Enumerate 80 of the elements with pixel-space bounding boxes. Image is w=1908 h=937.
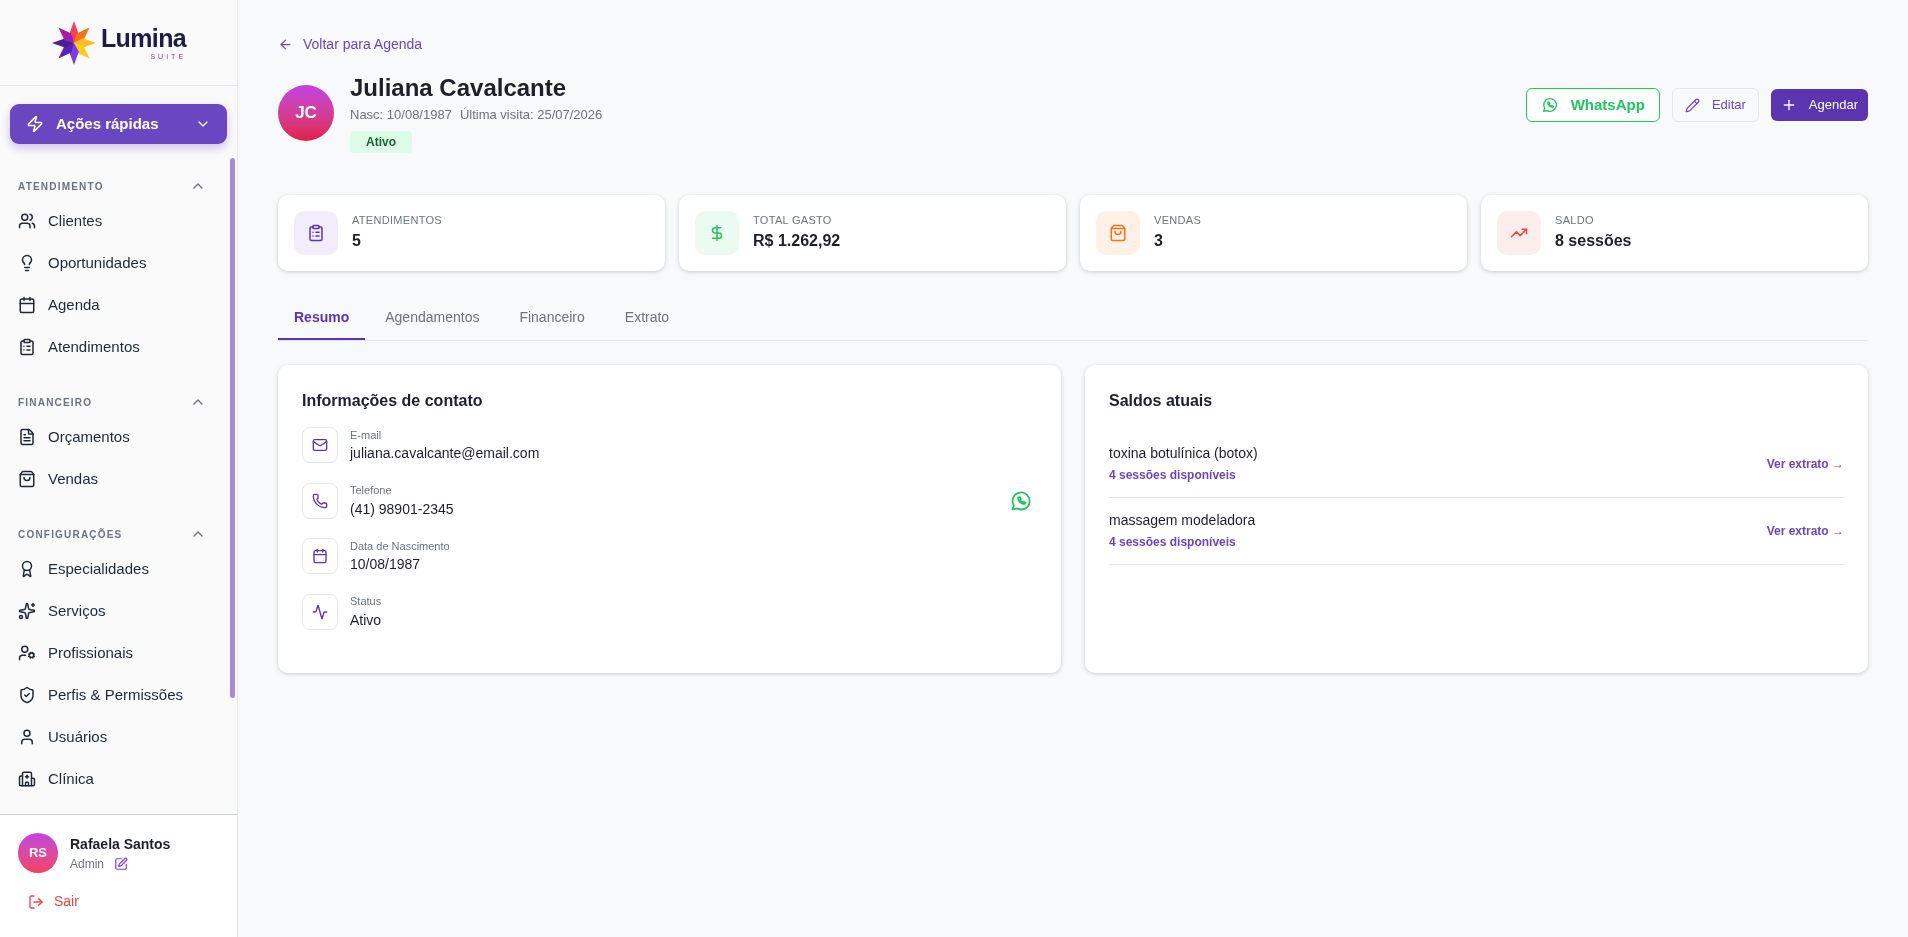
schedule-button[interactable]: Agendar [1770, 89, 1868, 121]
logout-icon [28, 893, 44, 910]
user-gear-icon [18, 644, 36, 662]
birth-date: Nasc: 10/08/1987 [350, 106, 452, 124]
star-logo-icon [50, 19, 97, 66]
card-title: Informações de contato [302, 391, 483, 409]
nav-item[interactable]: Clientes [0, 200, 230, 242]
shield-icon [18, 686, 36, 704]
pencil-icon [1684, 97, 1700, 113]
stat-value: 3 [1154, 230, 1164, 251]
stat-label: SALDO [1555, 213, 1595, 229]
lightning-icon [26, 115, 44, 133]
user-icon [18, 728, 36, 746]
field-label: Telefone [350, 483, 393, 498]
service-name: toxina botulínica (botox) [1109, 444, 1258, 463]
phone-icon [312, 492, 328, 509]
client-avatar: JC [278, 84, 334, 141]
scrollbar-thumb[interactable] [230, 158, 235, 698]
nav-item[interactable]: Profissionais [0, 632, 230, 674]
user-role: Admin [70, 855, 104, 873]
section-heading: CONFIGURAÇÕES [18, 527, 123, 542]
nav-item[interactable]: Agenda [0, 284, 230, 326]
back-link[interactable]: Voltar para Agenda [278, 34, 423, 55]
edit-icon[interactable] [114, 856, 128, 871]
clipboard-icon [307, 223, 325, 242]
card-title: Saldos atuais [1109, 391, 1213, 409]
document-icon [18, 428, 36, 446]
section-heading: FINANCEIRO [18, 395, 93, 410]
bag-icon [18, 470, 36, 488]
stat-value: 8 sessões [1555, 230, 1632, 251]
clipboard-icon [18, 338, 36, 356]
nav-item[interactable]: Especialidades [0, 548, 230, 590]
pulse-icon [312, 603, 328, 620]
stat-label: ATENDIMENTOS [352, 213, 442, 229]
whatsapp-icon [1540, 96, 1559, 114]
quick-actions-button[interactable]: Ações rápidas [10, 104, 227, 144]
status-badge: Ativo [350, 130, 412, 153]
statement-link[interactable]: Ver extrato → [1766, 454, 1844, 473]
sessions-available: 4 sessões disponíveis [1109, 467, 1237, 484]
nav-item[interactable]: Oportunidades [0, 242, 230, 284]
edit-button[interactable]: Editar [1671, 88, 1759, 122]
nav-item[interactable]: Serviços [0, 590, 230, 632]
nav-item[interactable]: Perfis & Permissões [0, 674, 230, 716]
sessions-available: 4 sessões disponíveis [1109, 534, 1237, 551]
users-icon [18, 212, 36, 230]
user-name: Rafaela Santos [70, 834, 171, 854]
logout-button[interactable]: Sair [28, 891, 79, 912]
field-value: juliana.cavalcante@email.com [350, 444, 541, 463]
tab[interactable]: Financeiro [499, 296, 605, 340]
field-label: Status [350, 594, 383, 609]
section-heading: ATENDIMENTO [18, 179, 104, 194]
nav-item[interactable]: Clínica [0, 758, 230, 800]
nav-item[interactable]: Vendas [0, 458, 230, 500]
stat-value: R$ 1.262,92 [753, 230, 841, 251]
building-icon [18, 770, 36, 788]
tab[interactable]: Agendamentos [365, 296, 500, 340]
calendar-icon [312, 548, 328, 565]
last-visit: Última visita: 25/07/2026 [459, 106, 603, 124]
user-avatar: RS [18, 833, 58, 873]
tab[interactable]: Resumo [278, 296, 366, 340]
tab[interactable]: Extrato [604, 296, 690, 340]
stat-value: 5 [352, 230, 362, 251]
stat-label: TOTAL GASTO [753, 213, 833, 229]
nav-item[interactable]: Usuários [0, 716, 230, 758]
sparkles-icon [18, 602, 36, 620]
statement-link[interactable]: Ver extrato → [1766, 521, 1844, 540]
field-label: E-mail [350, 427, 383, 443]
client-name: Juliana Cavalcante [350, 73, 568, 103]
mail-icon [312, 437, 328, 454]
calendar-icon [18, 296, 36, 314]
brand-name: Lumina [100, 25, 187, 51]
field-value: 10/08/1987 [350, 555, 422, 574]
stat-label: VENDAS [1154, 213, 1202, 229]
service-name: massagem modeladora [1109, 511, 1256, 530]
field-value: Ativo [350, 610, 383, 630]
nav-item[interactable]: Orçamentos [0, 416, 230, 458]
nav-item[interactable]: Atendimentos [0, 326, 230, 368]
bag-icon [1109, 223, 1127, 242]
field-value: (41) 98901-2345 [350, 499, 455, 519]
field-label: Data de Nascimento [350, 538, 451, 554]
